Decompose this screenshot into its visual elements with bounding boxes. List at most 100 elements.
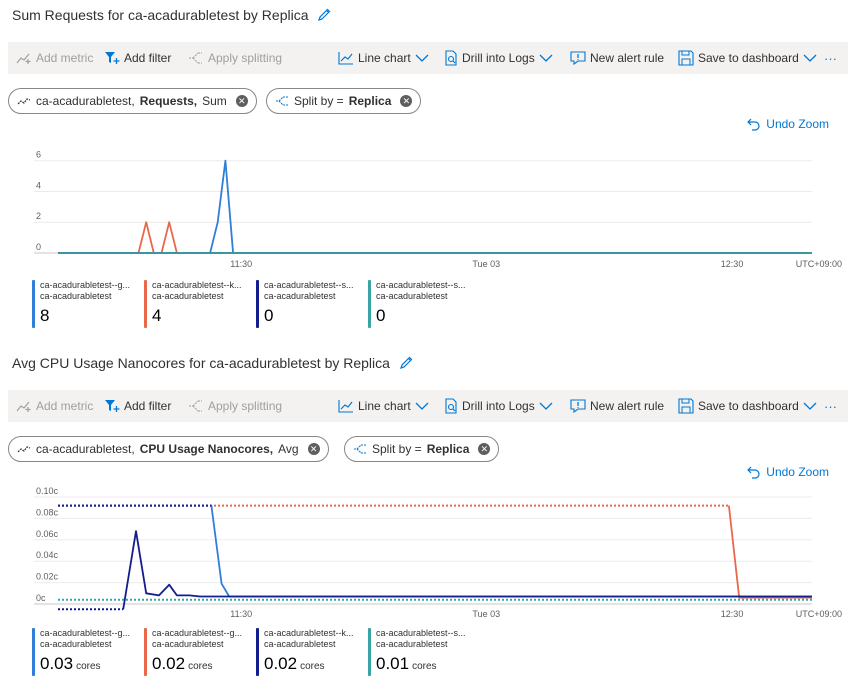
split-icon [276, 96, 288, 106]
apply-splitting-button[interactable]: Apply splitting [188, 390, 282, 422]
legend-replica: ca-acadurabletest--s... [376, 628, 466, 638]
legend-resource: ca-acadurabletest [376, 291, 448, 301]
legend-item[interactable]: ca-acadurabletest--s... ca-acadurabletes… [256, 280, 368, 330]
requests-chart: 0 2 4 6 11:30 Tue 03 12:30 UTC+09:00 [34, 150, 842, 269]
edit-title-icon[interactable] [398, 355, 414, 371]
logs-icon [445, 398, 457, 414]
splitting-icon [189, 400, 202, 412]
remove-metric-icon[interactable]: ✕ [307, 443, 320, 455]
add-metric-icon [16, 53, 31, 64]
chevron-down-icon [803, 402, 817, 410]
legend-value: 0 [264, 306, 274, 325]
y-tick-label: 0.04c [36, 550, 59, 560]
x-tick-label: 11:30 [230, 609, 252, 619]
remove-split-icon[interactable]: ✕ [400, 95, 413, 107]
legend-color [256, 280, 259, 328]
line-chart-dropdown[interactable]: Line chart [338, 390, 429, 422]
add-metric-button[interactable]: Add metric [16, 390, 93, 422]
legend-value: 0.03 cores [40, 654, 101, 673]
legend-resource: ca-acadurabletest [376, 639, 448, 649]
chart-toolbar: Add metric Add filter Apply splitting Li… [8, 390, 848, 422]
undo-icon [747, 118, 760, 131]
requests-panel: Sum Requests for ca-acadurabletest by Re… [0, 0, 851, 340]
legend-item[interactable]: ca-acadurabletest--g... ca-acadurabletes… [32, 280, 144, 330]
legend-item[interactable]: ca-acadurabletest--g... ca-acadurabletes… [32, 628, 144, 678]
y-tick-label: 6 [36, 150, 41, 160]
chart-title: Sum Requests for ca-acadurabletest by Re… [12, 7, 309, 23]
series-line [58, 159, 812, 254]
metric-name: Requests, [139, 94, 198, 108]
legend-value: 0.01 cores [376, 654, 437, 673]
remove-metric-icon[interactable]: ✕ [235, 95, 248, 107]
metric-line-icon [17, 446, 31, 453]
line-chart-icon [338, 400, 353, 413]
panel-title-row: Sum Requests for ca-acadurabletest by Re… [12, 7, 332, 23]
split-icon [354, 444, 366, 454]
undo-zoom-button[interactable]: Undo Zoom [747, 465, 829, 479]
edit-title-icon[interactable] [316, 7, 332, 23]
more-options-button[interactable]: ··· [824, 390, 837, 422]
split-pill[interactable]: Split by = Replica ✕ [266, 88, 422, 114]
cpu-legend: ca-acadurabletest--g... ca-acadurabletes… [32, 628, 480, 678]
chevron-down-icon [539, 54, 553, 62]
metric-name: CPU Usage Nanocores, [139, 442, 274, 456]
chevron-down-icon [415, 54, 429, 62]
legend-color [32, 628, 35, 676]
drill-into-logs-dropdown[interactable]: Drill into Logs [444, 390, 553, 422]
split-pill[interactable]: Split by = Replica ✕ [344, 436, 500, 462]
metric-aggregation: Sum [202, 94, 227, 108]
x-tick-label: 12:30 [721, 259, 744, 269]
new-alert-rule-button[interactable]: New alert rule [570, 390, 664, 422]
y-tick-label: 4 [36, 180, 41, 190]
add-filter-button[interactable]: Add filter [104, 390, 171, 422]
y-tick-label: 0.08c [36, 507, 59, 517]
metric-line-icon [17, 98, 31, 105]
save-to-dashboard-dropdown[interactable]: Save to dashboard [678, 42, 817, 74]
legend-resource: ca-acadurabletest [264, 639, 336, 649]
logs-icon [445, 50, 457, 66]
panel-title-row: Avg CPU Usage Nanocores for ca-acadurabl… [12, 355, 414, 371]
new-alert-rule-button[interactable]: New alert rule [570, 42, 664, 74]
add-metric-icon [16, 401, 31, 412]
legend-item[interactable]: ca-acadurabletest--s... ca-acadurabletes… [368, 280, 480, 330]
chevron-down-icon [803, 54, 817, 62]
timezone-label: UTC+09:00 [796, 259, 842, 269]
timezone-label: UTC+09:00 [796, 609, 842, 619]
remove-split-icon[interactable]: ✕ [478, 443, 491, 455]
chevron-down-icon [539, 402, 553, 410]
legend-item[interactable]: ca-acadurabletest--k... ca-acadurabletes… [144, 280, 256, 330]
legend-item[interactable]: ca-acadurabletest--k... ca-acadurabletes… [256, 628, 368, 678]
series-line [122, 530, 812, 610]
add-metric-button[interactable]: Add metric [16, 42, 93, 74]
x-tick-label: 11:30 [230, 259, 252, 269]
save-icon [678, 50, 694, 66]
legend-item[interactable]: ca-acadurabletest--s... ca-acadurabletes… [368, 628, 480, 678]
series-line [728, 505, 812, 599]
series-line [58, 221, 812, 254]
legend-color [144, 628, 147, 676]
apply-splitting-button[interactable]: Apply splitting [188, 42, 282, 74]
legend-replica: ca-acadurabletest--k... [152, 280, 242, 290]
more-options-button[interactable]: ··· [824, 42, 837, 74]
y-tick-label: 0.10c [36, 486, 59, 496]
legend-value: 0.02 cores [264, 654, 325, 673]
drill-into-logs-dropdown[interactable]: Drill into Logs [444, 42, 553, 74]
alert-icon [570, 399, 586, 414]
undo-zoom-button[interactable]: Undo Zoom [747, 117, 829, 131]
save-to-dashboard-dropdown[interactable]: Save to dashboard [678, 390, 817, 422]
legend-replica: ca-acadurabletest--g... [40, 628, 131, 638]
undo-icon [747, 466, 760, 479]
metric-pill[interactable]: ca-acadurabletest, Requests, Sum ✕ [8, 88, 257, 114]
line-chart-icon [338, 52, 353, 65]
legend-item[interactable]: ca-acadurabletest--g... ca-acadurabletes… [144, 628, 256, 678]
split-value: Replica [426, 442, 470, 456]
chart-toolbar: Add metric Add filter Apply splitting Li… [8, 42, 848, 74]
splitting-icon [189, 52, 202, 64]
metric-pill[interactable]: ca-acadurabletest, CPU Usage Nanocores, Av… [8, 436, 329, 462]
x-tick-label: Tue 03 [472, 609, 500, 619]
line-chart-dropdown[interactable]: Line chart [338, 42, 429, 74]
save-icon [678, 398, 694, 414]
add-filter-button[interactable]: Add filter [104, 42, 171, 74]
legend-replica: ca-acadurabletest--k... [264, 628, 354, 638]
legend-replica: ca-acadurabletest--g... [40, 280, 131, 290]
